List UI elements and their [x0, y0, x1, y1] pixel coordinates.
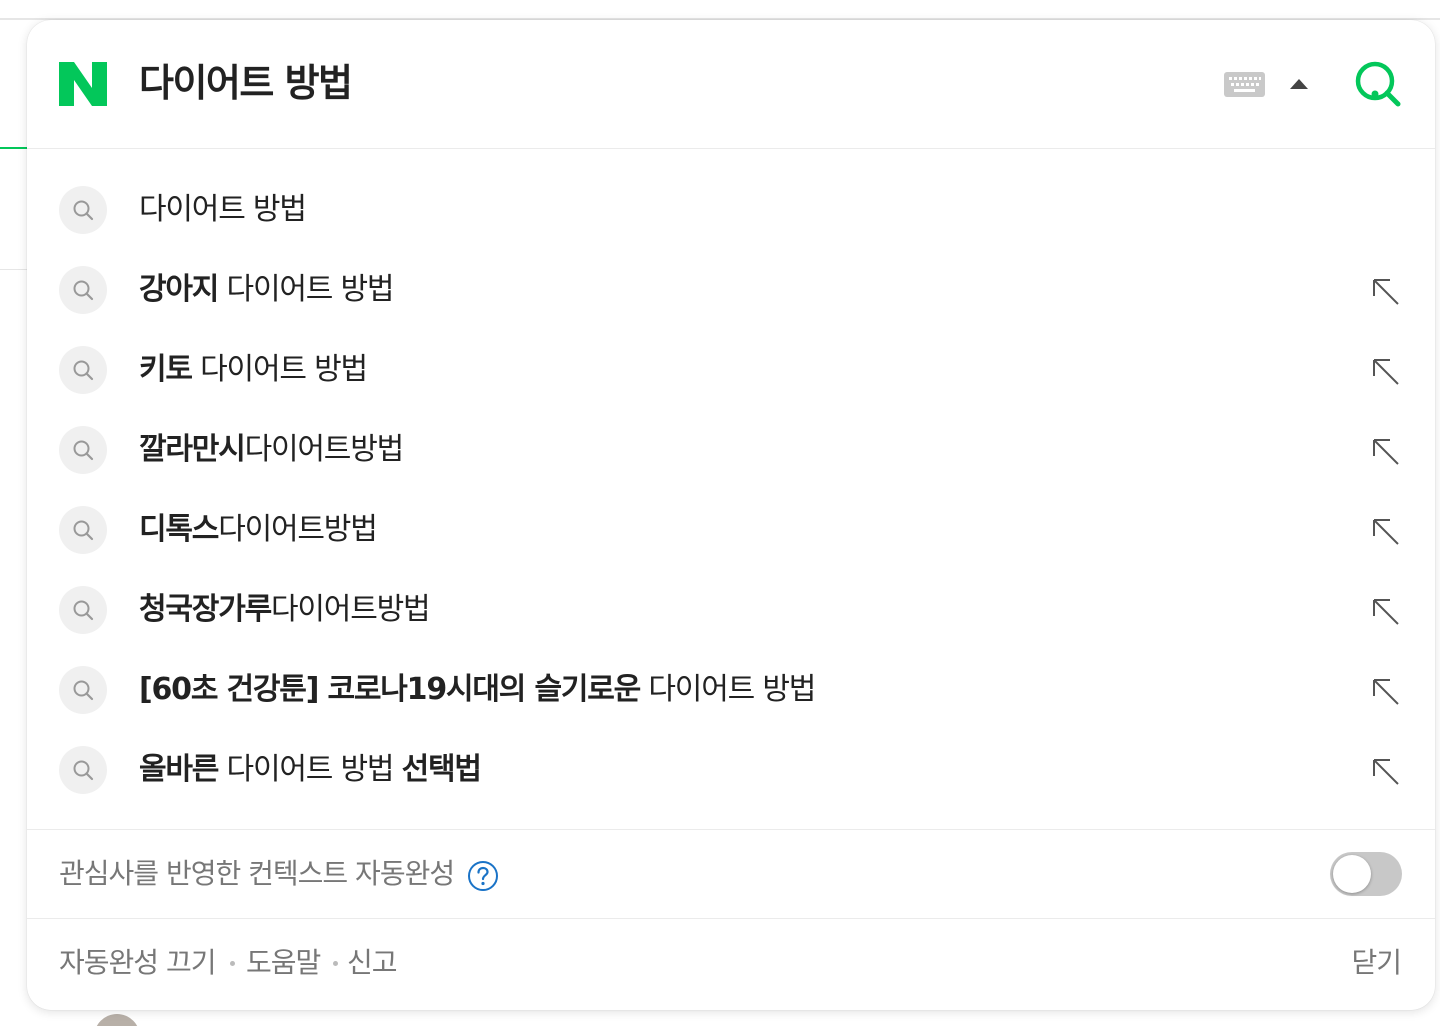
suggestion-text: 디톡스다이어트방법 [139, 510, 378, 550]
naver-logo [59, 62, 107, 106]
suggestion-rest-text: 다이어트방법 [218, 512, 378, 547]
close-button[interactable]: 닫기 [1351, 943, 1402, 983]
suggestion-text: 다이어트 방법 [139, 190, 307, 230]
suggestion-rest-text: 다이어트 방법 [640, 672, 816, 707]
suggestion-bold-text: 키토 [139, 352, 193, 387]
suggestion-bold-text: [60초 건강툰] 코로나19시대의 슬기로운 [139, 672, 641, 707]
suggestion-rest-text: 다이어트 방법 [218, 752, 402, 787]
suggestion-item[interactable]: 깔라만시다이어트방법 [27, 410, 1435, 490]
suggestion-item[interactable]: 올바른 다이어트 방법 선택법 [27, 730, 1435, 810]
magnifier-icon [59, 266, 107, 314]
magnifier-icon [59, 346, 107, 394]
context-autocomplete-row: 관심사를 반영한 컨텍스트 자동완성 [27, 830, 1435, 919]
context-autocomplete-toggle[interactable] [1330, 852, 1402, 896]
autocomplete-footer: 자동완성 끄기 도움말 신고 닫기 [27, 919, 1435, 1007]
arrow-up-left-icon[interactable] [1370, 596, 1400, 626]
suggestion-bold-text: 선택법 [401, 752, 482, 787]
search-bar: 다이어트 방법 [27, 20, 1435, 149]
search-query-input[interactable]: 다이어트 방법 [139, 58, 353, 108]
suggestion-list: 다이어트 방법 강아지 다이어트 방법 키토 다이어트 방법 깔라만시다이어트방… [27, 149, 1435, 830]
suggestion-rest-text: 다이어트방법 [271, 592, 431, 627]
arrow-up-left-icon[interactable] [1370, 516, 1400, 546]
magnifier-icon [59, 666, 107, 714]
question-circle-icon[interactable] [467, 860, 499, 892]
turn-off-autocomplete-link[interactable]: 자동완성 끄기 [59, 943, 216, 983]
suggestion-rest-text: 다이어트방법 [244, 432, 405, 467]
suggestion-bold-text: 올바른 [139, 752, 219, 787]
separator-dot [333, 961, 338, 966]
background-divider [0, 269, 30, 270]
page: 다이어트 방법 다이어트 방법 강아지 다이어트 방법 키토 다이어트 방법 깔… [0, 0, 1440, 1026]
toggle-knob [1333, 855, 1371, 893]
suggestion-bold-text: 디톡스 [139, 512, 219, 547]
suggestion-bold-text: 깔라만시 [139, 432, 246, 467]
suggestion-item[interactable]: 강아지 다이어트 방법 [27, 250, 1435, 330]
suggestion-text: 강아지 다이어트 방법 [139, 270, 395, 310]
arrow-up-left-icon[interactable] [1370, 676, 1400, 706]
autocomplete-panel: 다이어트 방법 다이어트 방법 강아지 다이어트 방법 키토 다이어트 방법 깔… [27, 20, 1435, 1010]
background-green-line [0, 147, 30, 149]
suggestion-text: 올바른 다이어트 방법 선택법 [139, 750, 482, 790]
help-link[interactable]: 도움말 [246, 943, 321, 983]
suggestion-rest-text: 다이어트 방법 [218, 272, 395, 307]
background-avatar [94, 1014, 140, 1026]
context-autocomplete-label: 관심사를 반영한 컨텍스트 자동완성 [59, 857, 455, 890]
magnifier-icon [59, 426, 107, 474]
magnifier-icon [59, 746, 107, 794]
arrow-up-left-icon[interactable] [1370, 756, 1400, 786]
suggestion-item[interactable]: 청국장가루다이어트방법 [27, 570, 1435, 650]
separator-dot [230, 961, 235, 966]
arrow-up-left-icon[interactable] [1370, 276, 1400, 306]
caret-up-icon[interactable] [1289, 74, 1309, 94]
suggestion-text: [60초 건강툰] 코로나19시대의 슬기로운 다이어트 방법 [139, 670, 816, 710]
suggestion-rest-text: 다이어트 방법 [191, 352, 368, 387]
suggestion-item[interactable]: 디톡스다이어트방법 [27, 490, 1435, 570]
report-link[interactable]: 신고 [347, 943, 398, 983]
magnifier-icon [59, 506, 107, 554]
suggestion-text: 키토 다이어트 방법 [139, 350, 368, 390]
suggestion-text: 깔라만시다이어트방법 [139, 430, 405, 470]
magnifier-icon [59, 186, 107, 234]
suggestion-bold-text: 청국장가루 [139, 592, 272, 627]
search-button[interactable] [1354, 60, 1402, 108]
suggestion-item[interactable]: 키토 다이어트 방법 [27, 330, 1435, 410]
arrow-up-left-icon[interactable] [1370, 356, 1400, 386]
suggestion-item[interactable]: 다이어트 방법 [27, 170, 1435, 250]
suggestion-item[interactable]: [60초 건강툰] 코로나19시대의 슬기로운 다이어트 방법 [27, 650, 1435, 730]
suggestion-rest-text: 다이어트 방법 [139, 192, 307, 227]
arrow-up-left-icon[interactable] [1370, 436, 1400, 466]
magnifier-icon [59, 586, 107, 634]
suggestion-bold-text: 강아지 [139, 272, 219, 307]
suggestion-text: 청국장가루다이어트방법 [139, 590, 431, 630]
keyboard-icon[interactable] [1224, 72, 1265, 97]
